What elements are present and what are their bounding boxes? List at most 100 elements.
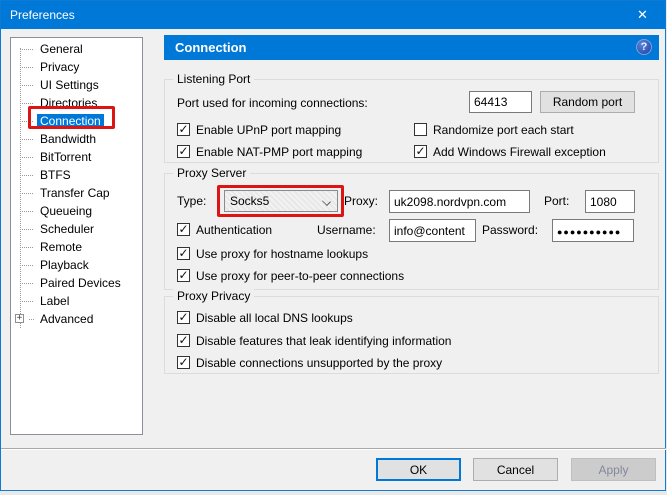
sidebar-item-label: Remote — [40, 240, 83, 254]
sidebar-item-general[interactable]: General — [11, 40, 142, 58]
sidebar-item-directories[interactable]: Directories — [11, 94, 142, 112]
ok-button[interactable]: OK — [376, 458, 461, 481]
checkbox-disable-leaky-features[interactable]: ✓ Disable features that leak identifying… — [177, 333, 451, 348]
sidebar-item-label: Privacy — [40, 60, 80, 74]
password-label: Password: — [482, 223, 539, 237]
group-listening-port: Listening Port Port used for incoming co… — [164, 72, 659, 163]
ok-button-label: OK — [409, 462, 428, 477]
checkbox-disable-unsupported-connections[interactable]: ✓ Disable connections unsupported by the… — [177, 355, 442, 370]
proxy-type-dropdown[interactable]: Socks5 — [224, 190, 338, 212]
title-bar: Preferences ✕ — [1, 1, 665, 29]
sidebar-item-label[interactable]: Label — [11, 292, 142, 310]
sidebar-item-privacy[interactable]: Privacy — [11, 58, 142, 76]
group-proxy-server: Proxy Server Type: Socks5 Proxy: Port: ✓… — [164, 166, 659, 290]
checkbox-proxy-hostname-lookups[interactable]: ✓ Use proxy for hostname lookups — [177, 246, 368, 261]
sidebar-item-label: Playback — [40, 258, 89, 272]
page-title: Connection — [175, 40, 247, 55]
checkbox-disable-dns-lookups[interactable]: ✓ Disable all local DNS lookups — [177, 310, 353, 325]
sidebar-item-label: UI Settings — [40, 78, 99, 92]
group-title: Proxy Server — [173, 166, 251, 180]
footer-divider — [1, 448, 666, 450]
checkbox-box: ✓ — [177, 247, 190, 260]
close-icon[interactable]: ✕ — [620, 1, 665, 29]
checkbox-label: Use proxy for hostname lookups — [196, 246, 369, 261]
checkbox-box: ✓ — [177, 145, 190, 158]
checkbox-label: Enable NAT-PMP port mapping — [196, 144, 363, 159]
sidebar-item-label: BitTorrent — [40, 150, 92, 164]
checkbox-label: Use proxy for peer-to-peer connections — [196, 268, 405, 283]
sidebar-tree: General Privacy UI Settings Directories … — [10, 37, 143, 435]
apply-button[interactable]: Apply — [571, 458, 656, 481]
sidebar-item-transfer-cap[interactable]: Transfer Cap — [11, 184, 142, 202]
checkbox-enable-upnp[interactable]: ✓ Enable UPnP port mapping — [177, 122, 341, 137]
sidebar-item-label: Label — [40, 294, 70, 308]
checkbox-box: ✓ — [177, 123, 190, 136]
window-title: Preferences — [10, 8, 75, 22]
apply-button-label: Apply — [598, 462, 629, 477]
checkbox-randomize-port[interactable]: Randomize port each start — [414, 122, 574, 137]
proxy-type-value: Socks5 — [230, 194, 270, 208]
checkbox-box: ✓ — [177, 334, 190, 347]
proxy-port-label: Port: — [544, 194, 570, 208]
expand-plus-icon[interactable]: + — [15, 314, 24, 323]
sidebar-item-label: General — [40, 42, 83, 56]
checkbox-box: ✓ — [177, 311, 190, 324]
sidebar-item-connection[interactable]: Connection — [11, 112, 142, 130]
checkbox-label: Disable connections unsupported by the p… — [196, 355, 443, 370]
checkbox-box: ✓ — [177, 356, 190, 369]
cancel-button[interactable]: Cancel — [473, 458, 558, 481]
sidebar-item-label: Scheduler — [40, 222, 95, 236]
sidebar-item-label: BTFS — [40, 168, 71, 182]
sidebar-item-playback[interactable]: Playback — [11, 256, 142, 274]
checkbox-box — [414, 123, 427, 136]
sidebar-item-btfs[interactable]: BTFS — [11, 166, 142, 184]
checkbox-label: Disable features that leak identifying i… — [196, 333, 452, 348]
checkbox-authentication[interactable]: ✓ Authentication — [177, 222, 272, 237]
sidebar-item-advanced[interactable]: + Advanced — [11, 310, 142, 328]
sidebar-item-label: Directories — [40, 96, 98, 110]
page-header: Connection ? — [164, 35, 659, 60]
sidebar-item-label: Bandwidth — [40, 132, 97, 146]
password-input[interactable] — [552, 219, 634, 242]
checkbox-box: ✓ — [177, 269, 190, 282]
checkbox-label: Add Windows Firewall exception — [433, 144, 606, 159]
sidebar-item-label: Paired Devices — [40, 276, 121, 290]
checkbox-proxy-p2p-connections[interactable]: ✓ Use proxy for peer-to-peer connections — [177, 268, 404, 283]
proxy-host-input[interactable] — [389, 190, 530, 213]
random-port-button[interactable]: Random port — [540, 91, 635, 113]
random-port-button-label: Random port — [552, 95, 623, 109]
incoming-port-input[interactable] — [469, 91, 532, 113]
close-glyph: ✕ — [637, 7, 648, 22]
port-label: Port used for incoming connections: — [177, 96, 368, 110]
username-input[interactable] — [389, 219, 476, 242]
sidebar-item-label: Queueing — [40, 204, 93, 218]
checkbox-label: Randomize port each start — [433, 122, 574, 137]
username-label: Username: — [317, 223, 376, 237]
proxy-type-label: Type: — [177, 194, 207, 208]
help-icon[interactable]: ? — [636, 39, 652, 55]
checkbox-label: Authentication — [196, 222, 273, 237]
checkbox-windows-firewall[interactable]: ✓ Add Windows Firewall exception — [414, 144, 606, 159]
sidebar-item-bandwidth[interactable]: Bandwidth — [11, 130, 142, 148]
proxy-host-label: Proxy: — [344, 194, 379, 208]
sidebar-item-label: Transfer Cap — [40, 186, 110, 200]
help-glyph: ? — [640, 41, 648, 53]
checkbox-box: ✓ — [414, 145, 427, 158]
sidebar-item-bittorrent[interactable]: BitTorrent — [11, 148, 142, 166]
checkbox-label: Disable all local DNS lookups — [196, 310, 353, 325]
chevron-down-icon — [322, 197, 331, 206]
sidebar-item-paired-devices[interactable]: Paired Devices — [11, 274, 142, 292]
preferences-window: Preferences ✕ General Privacy UI Setting… — [0, 0, 666, 491]
sidebar-item-queueing[interactable]: Queueing — [11, 202, 142, 220]
checkbox-box: ✓ — [177, 223, 190, 236]
proxy-port-input[interactable] — [585, 190, 635, 213]
sidebar-item-label: Advanced — [40, 312, 94, 326]
sidebar-item-ui-settings[interactable]: UI Settings — [11, 76, 142, 94]
group-title: Proxy Privacy — [173, 289, 255, 303]
group-proxy-privacy: Proxy Privacy ✓ Disable all local DNS lo… — [164, 289, 659, 374]
cancel-button-label: Cancel — [496, 462, 535, 477]
sidebar-item-remote[interactable]: Remote — [11, 238, 142, 256]
checkbox-label: Enable UPnP port mapping — [196, 122, 342, 137]
checkbox-enable-natpmp[interactable]: ✓ Enable NAT-PMP port mapping — [177, 144, 362, 159]
sidebar-item-scheduler[interactable]: Scheduler — [11, 220, 142, 238]
